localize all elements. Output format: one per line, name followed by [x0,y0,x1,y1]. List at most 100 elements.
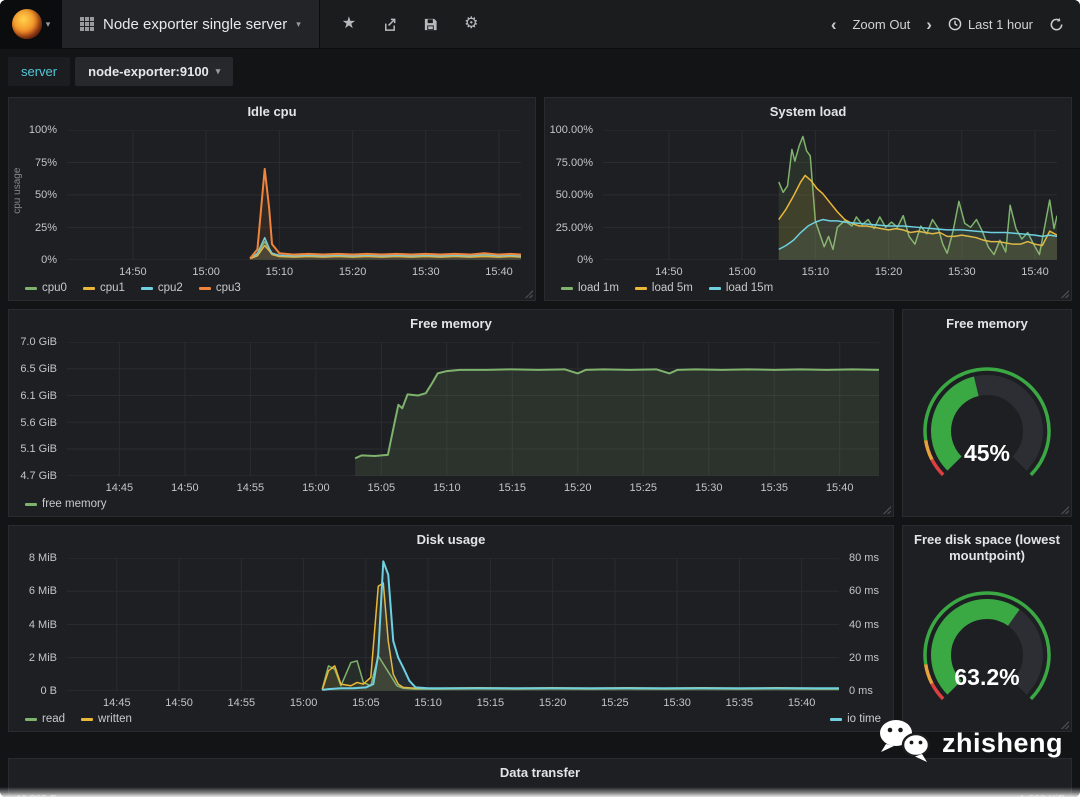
variable-value-text: node-exporter:9100 [88,63,209,79]
panel-free-memory-gauge: Free memory 45% [902,309,1072,517]
y-tick-label: 6.5 GiB [20,363,57,375]
x-tick-label: 15:20 [874,266,903,278]
variable-label-server: server [8,56,71,86]
y-right-tick-label: 80 ms [849,552,879,565]
x-tick-label: 15:10 [433,482,461,494]
bottom-fade [0,787,1080,797]
y-tick-label: 0% [577,254,593,266]
x-tick-label: 15:20 [538,697,567,709]
idle-cpu-graph: cpu usage 100% 75% 50% 25% 0% 14:50 15:00 15:10 1… [9,122,535,280]
dashboard-grid-icon [80,17,94,31]
star-icon: ★ [341,15,357,32]
panel-title[interactable]: Idle cpu [9,98,535,122]
navbar-right: ‹ Zoom Out › Last 1 hour [831,0,1080,48]
y-tick-label: 6 MiB [28,585,57,598]
x-tick-label: 15:15 [498,482,527,494]
legend-label: cpu0 [42,282,67,294]
panel-resize-handle[interactable] [1061,290,1069,298]
panel-system-load: System load 100.00% 75.00% 50.00% 25.00% 0% 1… [544,97,1072,301]
save-button[interactable] [423,17,438,32]
legend-swatch-icon [708,286,721,290]
zoom-out-button[interactable]: Zoom Out [852,17,910,32]
y-tick-label: 0 B [40,685,57,697]
x-tick-label: 15:30 [412,266,440,278]
dashboard-grid: Idle cpu cpu usage 100% 75% 50% 25% 0% 14:50 15… [0,93,1080,797]
panel-title[interactable]: Free memory [9,310,893,334]
panel-resize-handle[interactable] [525,290,533,298]
x-tick-label: 15:25 [601,697,629,709]
disk-usage-graph: 8 MiB 6 MiB 4 MiB 2 MiB 0 B 80 ms 60 ms 40 ms 20… [9,550,893,711]
y-right-tick-label: 20 ms [849,651,879,664]
legend-swatch-icon [81,717,94,721]
y-tick-label: 7.0 GiB [20,336,57,349]
share-button[interactable] [382,17,397,32]
legend-item[interactable]: io time [830,713,881,725]
x-tick-label: 15:35 [725,697,754,709]
legend-item[interactable]: read [25,713,65,725]
legend-label: load 15m [725,282,774,294]
legend-item[interactable]: cpu0 [25,282,67,294]
time-range-picker[interactable]: Last 1 hour [948,17,1033,32]
legend-label: cpu3 [215,282,241,294]
caret-down-icon: ▾ [215,65,221,76]
legend-swatch-icon [561,286,573,290]
legend-item[interactable]: written [81,713,132,725]
legend-item[interactable]: cpu1 [82,282,125,294]
y-tick-label: 25% [34,221,57,234]
x-tick-label: 14:50 [171,482,199,494]
x-tick-label: 15:10 [801,266,830,278]
legend-item[interactable]: free memory [25,498,107,510]
legend-label: load 1m [578,282,619,294]
panel-title[interactable]: Free memory [903,310,1071,334]
legend-label: read [42,713,66,725]
legend-swatch-icon [25,717,37,721]
legend-item[interactable]: cpu3 [198,282,241,294]
gear-icon: ⚙ [464,15,479,32]
panel-title[interactable]: System load [545,98,1071,122]
legend-swatch-icon [140,286,153,290]
dashboard-picker[interactable]: Node exporter single server ▾ [62,0,320,48]
panel-resize-handle[interactable] [883,506,891,514]
disk-usage-legend: read written io time [9,711,893,731]
legend-item[interactable]: cpu2 [140,282,183,294]
gauge-value: 63.2% [954,664,1019,690]
free-memory-gauge: 45% [903,334,1071,516]
submenu: server node-exporter:9100 ▾ [0,49,1080,93]
refresh-button[interactable] [1049,17,1064,32]
x-tick-label: 14:50 [165,697,193,709]
grafana-logo-button[interactable]: ▾ [0,0,62,48]
clock-icon [948,17,962,31]
legend-item[interactable]: load 5m [634,282,693,294]
panel-title[interactable]: Free disk space (lowest mountpoint) [903,526,1071,567]
y-tick-label: 50% [34,189,57,202]
legend-item[interactable]: load 15m [708,282,774,294]
legend-item[interactable]: load 1m [561,282,619,294]
grafana-logo-icon [11,9,42,39]
variable-value-dropdown[interactable]: node-exporter:9100 ▾ [75,56,234,86]
y-tick-label: 4.7 GiB [20,470,57,482]
time-shift-back-button[interactable]: ‹ [831,16,837,33]
panel-resize-handle[interactable] [1061,506,1069,514]
watermark: zhisheng [876,718,1063,768]
share-icon [385,18,396,31]
x-tick-label: 15:20 [564,482,592,494]
time-shift-forward-button[interactable]: › [926,16,932,33]
x-tick-label: 15:00 [289,697,318,709]
y-right-tick-label: 0 ms [849,685,873,697]
x-tick-label: 15:00 [192,266,220,278]
free-memory-graph: 7.0 GiB 6.5 GiB 6.1 GiB 5.6 GiB 5.1 GiB 4.7 G… [9,334,893,496]
x-tick-label: 15:10 [414,697,442,709]
legend-swatch-icon [198,286,211,290]
legend-swatch-icon [82,286,95,290]
panel-title[interactable]: Disk usage [9,526,893,550]
settings-button[interactable]: ⚙ [464,16,478,32]
wechat-icon [880,720,931,762]
x-tick-label: 15:40 [1021,266,1049,278]
x-tick-label: 14:45 [105,482,134,494]
x-tick-label: 15:05 [367,482,396,494]
y-tick-label: 75% [34,156,57,169]
x-tick-label: 15:30 [948,266,976,278]
y-tick-label: 100.00% [549,124,593,137]
star-button[interactable]: ★ [342,16,356,32]
x-tick-label: 15:10 [265,266,294,278]
